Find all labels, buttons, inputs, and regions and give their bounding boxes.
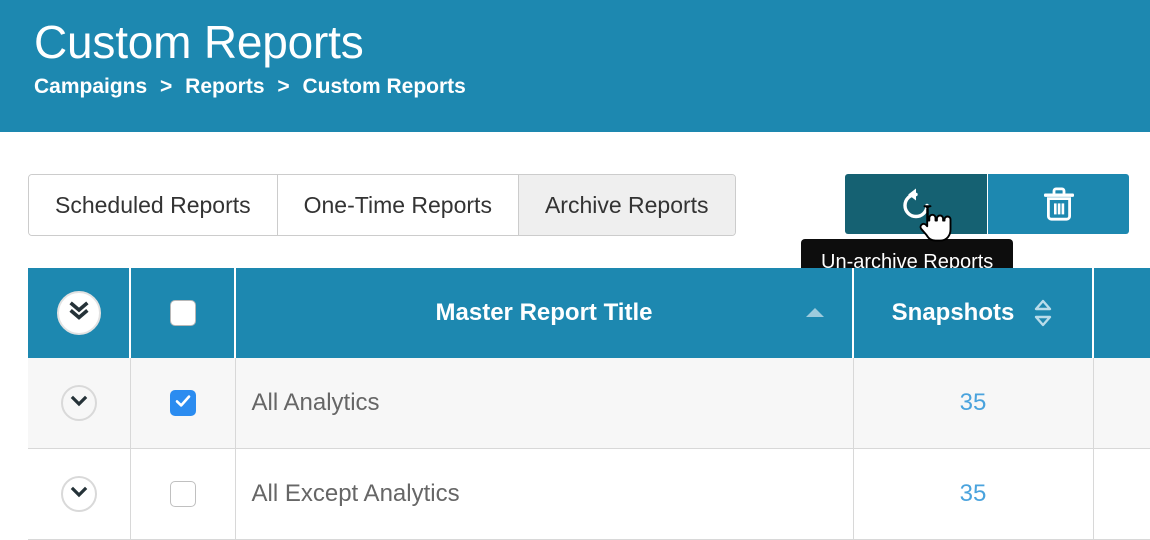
sort-ascending-icon: [802, 305, 828, 321]
table-header-extra: [1093, 268, 1150, 358]
tab-scheduled-reports[interactable]: Scheduled Reports: [29, 175, 278, 235]
un-archive-reports-button[interactable]: [845, 174, 987, 234]
table-header-snapshots[interactable]: Snapshots: [853, 268, 1094, 358]
breadcrumb-item-campaigns[interactable]: Campaigns: [34, 75, 147, 98]
select-all-checkbox[interactable]: [169, 300, 196, 326]
expand-all-button[interactable]: [56, 291, 101, 335]
row-select-cell: [130, 448, 236, 540]
chevron-down-icon: [70, 394, 88, 413]
action-button-group: [845, 174, 1129, 234]
column-label: Snapshots: [891, 299, 1015, 326]
breadcrumb-separator: >: [160, 75, 173, 98]
row-title-cell: All Analytics: [235, 358, 854, 449]
tab-archive-reports[interactable]: Archive Reports: [518, 175, 735, 235]
tab-label: Scheduled Reports: [55, 191, 251, 218]
column-label: Master Report Title: [435, 299, 653, 326]
breadcrumb-item-custom-reports[interactable]: Custom Reports: [302, 75, 465, 98]
row-checkbox[interactable]: [169, 390, 196, 416]
tab-one-time-reports[interactable]: One-Time Reports: [277, 175, 519, 235]
table-header-select-all: [130, 268, 236, 358]
table-body: All Analytics 35 All Except Analytics 35: [28, 358, 1150, 540]
row-checkbox[interactable]: [169, 481, 196, 507]
breadcrumb-item-reports[interactable]: Reports: [185, 75, 264, 98]
toolbar-row: Scheduled Reports One-Time Reports Archi…: [0, 132, 1150, 296]
row-snapshots-cell: 35: [853, 358, 1094, 449]
check-icon: [173, 391, 193, 416]
report-type-tabs: Scheduled Reports One-Time Reports Archi…: [28, 174, 736, 236]
snapshots-count-link[interactable]: 35: [854, 389, 1093, 417]
breadcrumb: Campaigns > Reports > Custom Reports: [34, 74, 1150, 100]
tab-label: Archive Reports: [544, 191, 709, 218]
row-expand-cell: [28, 358, 131, 449]
double-chevron-down-icon: [68, 298, 90, 329]
tab-label: One-Time Reports: [303, 191, 492, 218]
breadcrumb-separator: >: [277, 75, 290, 98]
undo-icon: [896, 184, 936, 224]
reports-table-container: Master Report Title Snapshots All Analyt…: [28, 268, 1150, 540]
table-row: All Except Analytics 35: [28, 448, 1150, 540]
chevron-down-icon: [70, 485, 88, 504]
page-title: Custom Reports: [34, 16, 364, 68]
table-header-row: Master Report Title Snapshots: [28, 268, 1150, 358]
row-expand-button[interactable]: [60, 476, 97, 512]
page-header: Custom Reports Campaigns > Reports > Cus…: [0, 0, 1150, 132]
row-snapshots-cell: 35: [853, 448, 1094, 540]
row-title-cell: All Except Analytics: [235, 448, 854, 540]
trash-icon: [1042, 186, 1076, 222]
row-expand-button[interactable]: [60, 385, 97, 421]
snapshots-count-link[interactable]: 35: [854, 480, 1093, 508]
sort-none-icon: [1032, 298, 1054, 328]
delete-reports-button[interactable]: [987, 174, 1129, 234]
report-title: All Analytics: [251, 389, 380, 416]
reports-table: Master Report Title Snapshots All Analyt…: [28, 268, 1150, 540]
table-header-expand-all: [28, 268, 131, 358]
row-expand-cell: [28, 448, 131, 540]
row-extra-cell: [1093, 358, 1150, 449]
row-extra-cell: [1093, 448, 1150, 540]
table-row: All Analytics 35: [28, 358, 1150, 449]
row-select-cell: [130, 358, 236, 449]
table-header-master-report-title[interactable]: Master Report Title: [235, 268, 854, 358]
report-title: All Except Analytics: [251, 480, 460, 507]
